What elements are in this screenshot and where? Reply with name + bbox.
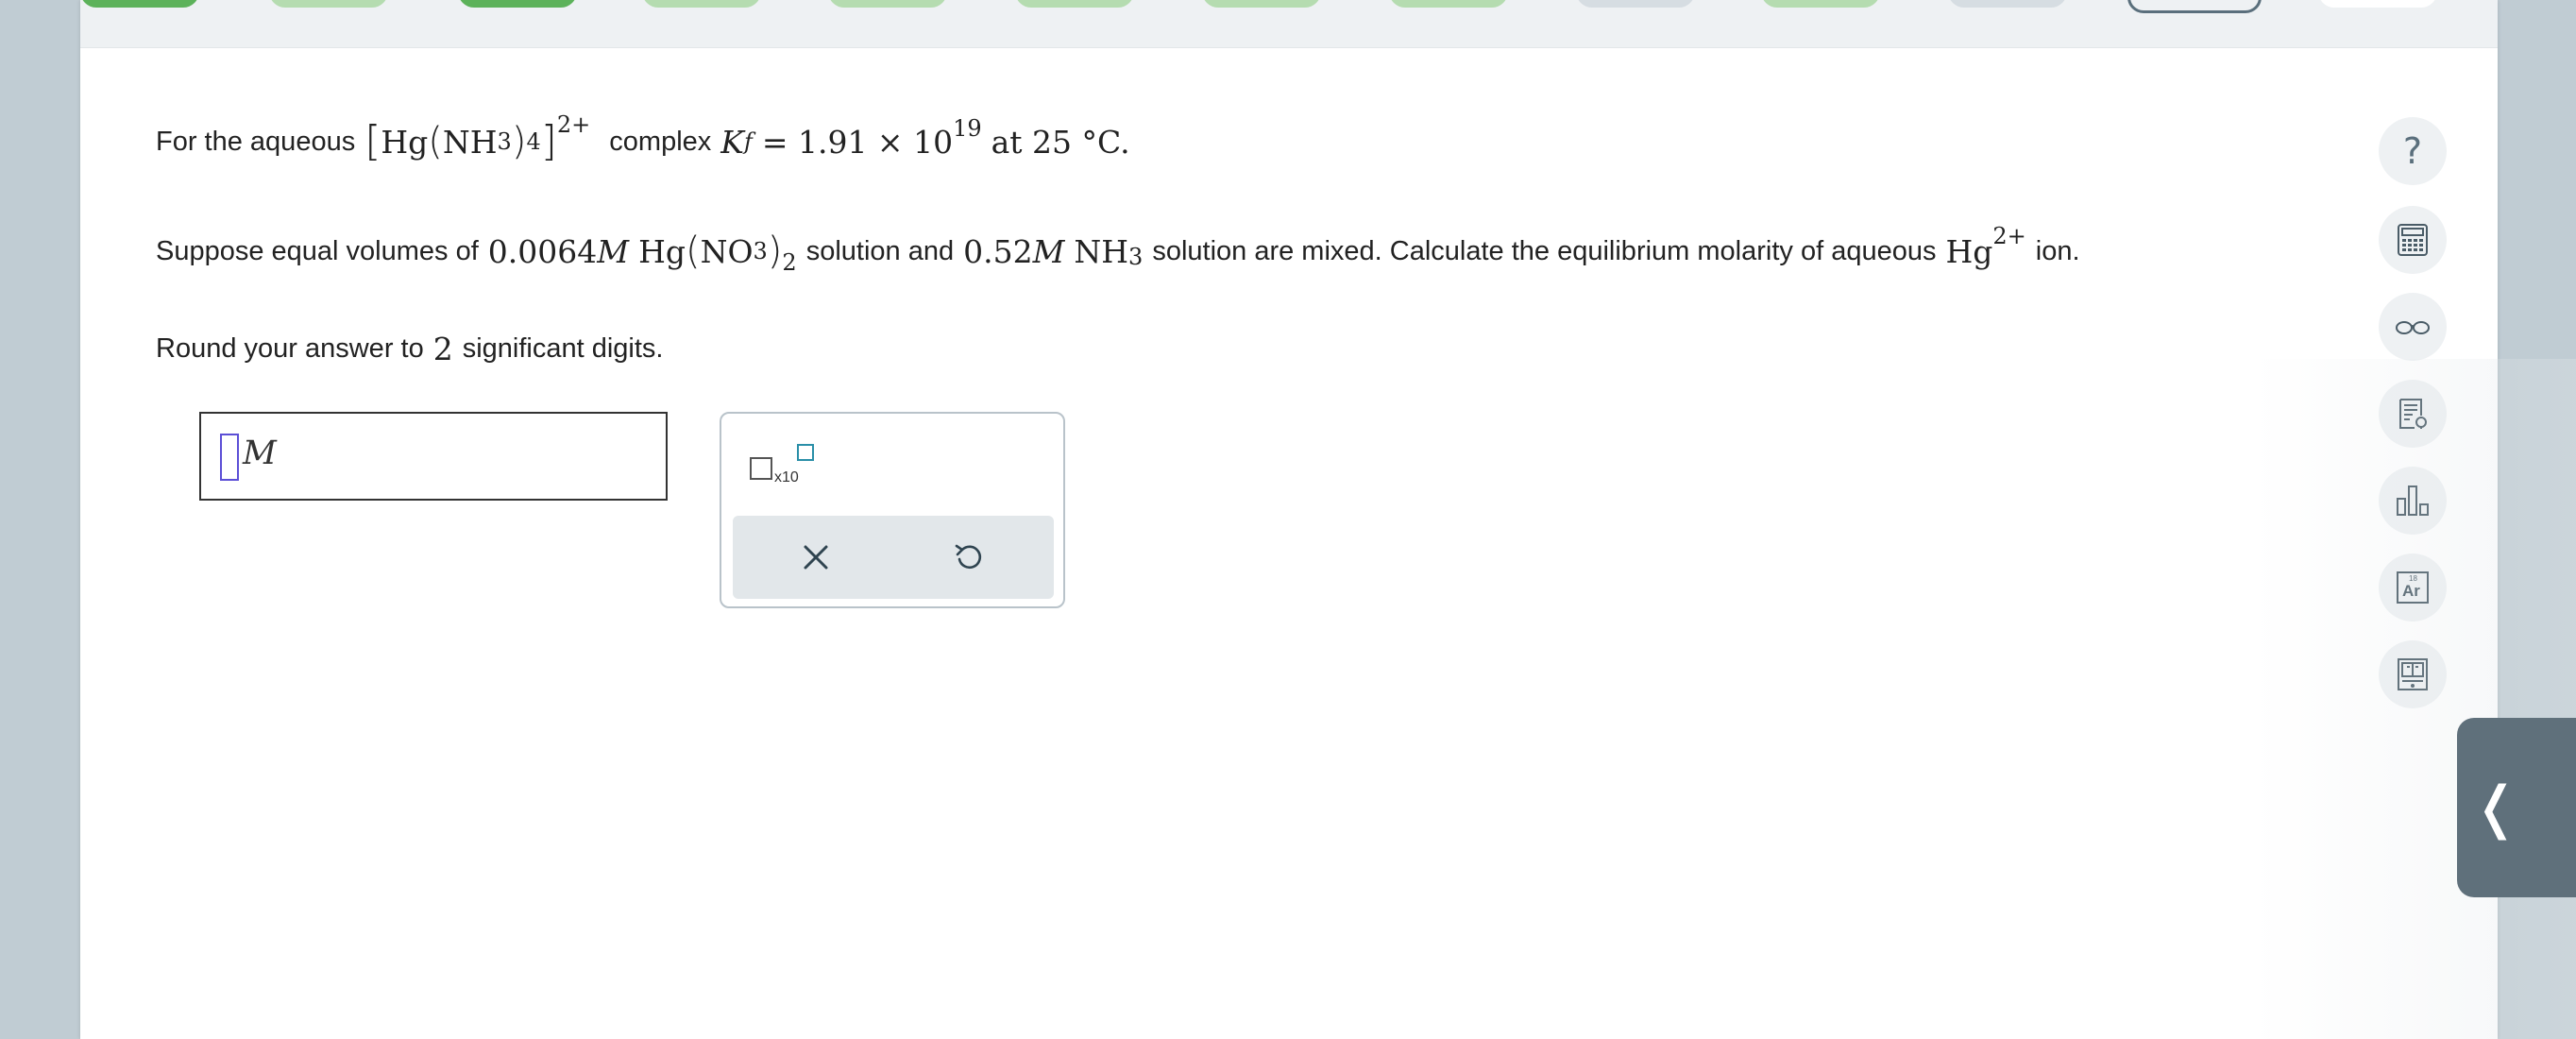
question-text: For the aqueous	[156, 126, 356, 157]
answer-input[interactable]: M	[199, 412, 668, 501]
sig-digits: 2	[432, 331, 453, 367]
progress-step[interactable]	[1948, 0, 2067, 8]
progress-step[interactable]	[1202, 0, 1321, 8]
question-line-1: For the aqueous [ Hg ( NH 3 ) 4 ] 2+ comple…	[156, 111, 1130, 165]
drawer-toggle-button[interactable]: ❬	[2457, 718, 2576, 897]
right-bracket: ]	[540, 117, 557, 165]
left-paren: (	[685, 230, 701, 273]
left-paren: (	[428, 120, 443, 163]
bar-chart-icon	[2397, 485, 2429, 516]
mantissa-box-icon	[750, 457, 772, 480]
temperature-text: at 25 °C.	[991, 123, 1130, 161]
notes-button[interactable]	[2379, 380, 2447, 448]
progress-step[interactable]	[80, 0, 199, 8]
right-paren: )	[511, 120, 527, 163]
question-text: solution and	[805, 235, 955, 266]
app-window: For the aqueous [ Hg ( NH 3 ) 4 ] 2+ comple…	[80, 0, 2576, 1039]
undo-icon	[955, 544, 982, 570]
question-line-3: Round your answer to 2 significant digit…	[156, 331, 664, 367]
progress-step[interactable]	[828, 0, 947, 8]
notes-icon	[2399, 399, 2427, 429]
x10-label: x10	[774, 469, 799, 485]
kf-value: = 1.91 × 10	[761, 123, 954, 161]
progress-step[interactable]	[642, 0, 761, 8]
progress-step[interactable]	[1761, 0, 1880, 8]
progress-step[interactable]	[458, 0, 577, 8]
concentration-2: 0.52	[963, 232, 1033, 270]
progress-step[interactable]	[1576, 0, 1695, 8]
question-text: significant digits.	[462, 333, 664, 364]
close-icon	[804, 545, 828, 570]
question-text: ion.	[2035, 235, 2080, 266]
concentration-1: 0.0064	[487, 232, 598, 270]
undo-button[interactable]	[942, 531, 995, 584]
progress-step[interactable]	[269, 0, 388, 8]
ammonia-symbol: NH	[1074, 232, 1129, 270]
progress-step[interactable]	[1015, 0, 1134, 8]
salt-anion: NO	[700, 232, 754, 270]
salt-metal: Hg	[638, 232, 686, 270]
question-text: complex	[609, 126, 712, 157]
input-cursor[interactable]	[220, 434, 239, 481]
metal-symbol: Hg	[381, 123, 429, 161]
question-text: solution are mixed. Calculate the equili…	[1152, 235, 1937, 266]
ion-symbol: Hg	[1945, 232, 1993, 270]
periodic-table-icon: 18 Ar	[2397, 571, 2429, 604]
calculator-button[interactable]	[2379, 206, 2447, 274]
molarity-unit: M	[597, 232, 630, 270]
progress-bar	[80, 0, 2498, 48]
reading-glasses-button[interactable]	[2379, 293, 2447, 361]
chevron-left-icon: ❬	[2472, 775, 2520, 841]
progress-step-current[interactable]	[2127, 0, 2262, 13]
help-icon: ?	[2402, 130, 2423, 172]
reading-glasses-icon	[2396, 321, 2430, 334]
question-line-2: Suppose equal volumes of 0.0064 M Hg ( N…	[156, 223, 2080, 276]
right-paren: )	[767, 230, 783, 273]
exponent-box-icon	[797, 444, 814, 461]
periodic-table-button[interactable]: 18 Ar	[2379, 554, 2447, 622]
reference-book-icon	[2398, 658, 2428, 690]
calculator-icon	[2398, 224, 2428, 256]
molarity-unit: M	[1032, 232, 1065, 270]
progress-step[interactable]	[1389, 0, 1508, 8]
question-text: Suppose equal volumes of	[156, 235, 479, 266]
data-chart-button[interactable]	[2379, 467, 2447, 535]
question-text: Round your answer to	[156, 333, 424, 364]
clear-button[interactable]	[789, 531, 842, 584]
progress-step[interactable]	[2318, 0, 2437, 8]
ligand-symbol: NH	[442, 123, 498, 161]
math-palette: x10	[720, 412, 1065, 608]
reference-button[interactable]	[2379, 640, 2447, 708]
left-bracket: [	[364, 117, 381, 165]
help-button[interactable]: ?	[2379, 117, 2447, 185]
palette-actions	[733, 516, 1054, 599]
scientific-notation-button[interactable]: x10	[750, 444, 825, 491]
answer-unit: M	[243, 434, 277, 472]
k-symbol: K	[720, 123, 744, 161]
element-symbol: Ar	[2402, 582, 2420, 600]
